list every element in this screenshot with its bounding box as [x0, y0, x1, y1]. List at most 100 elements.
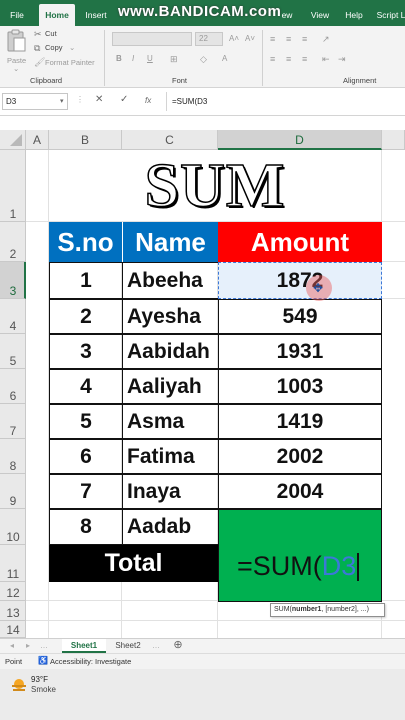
font-group-label: Font: [172, 76, 188, 85]
chevron-down-icon[interactable]: ▾: [60, 97, 64, 105]
row-header-3[interactable]: 3: [0, 262, 26, 299]
italic-button[interactable]: I: [132, 54, 134, 63]
row-number: 4: [9, 319, 17, 333]
tab-sheet1[interactable]: Sheet1: [62, 639, 106, 653]
cell-amount[interactable]: 2004: [218, 474, 382, 509]
row-header-7[interactable]: 7: [0, 404, 26, 439]
column-header-c[interactable]: C: [122, 130, 218, 150]
increase-font-icon[interactable]: A˄: [229, 34, 239, 43]
cell-amount-selected[interactable]: 1872: [218, 262, 382, 299]
insert-function-icon[interactable]: fx: [145, 96, 151, 105]
enter-icon[interactable]: ✓: [120, 94, 128, 105]
row-header-12[interactable]: 12: [0, 582, 26, 601]
align-right-icon[interactable]: ≡: [302, 54, 307, 64]
row-header-4[interactable]: 4: [0, 299, 26, 334]
cell-sno[interactable]: 7: [49, 474, 123, 509]
total-label-cell[interactable]: Total: [49, 545, 218, 582]
cell-sno[interactable]: 8: [49, 509, 123, 545]
row-header-14[interactable]: 14: [0, 621, 26, 638]
function-argument-tooltip[interactable]: SUM(number1, [number2], ...): [270, 603, 385, 617]
column-header-a[interactable]: A: [26, 130, 49, 150]
cell-name[interactable]: Aadab: [122, 509, 219, 545]
tab-review[interactable]: ew: [276, 4, 298, 26]
borders-icon[interactable]: ⊞: [170, 54, 178, 65]
accessibility-status[interactable]: Accessibility: Investigate: [50, 657, 131, 666]
weather-smoke-icon[interactable]: [11, 678, 27, 692]
column-header-b[interactable]: B: [49, 130, 122, 150]
scroll-right-icon[interactable]: ▸: [22, 639, 34, 653]
align-center-icon[interactable]: ≡: [286, 54, 291, 64]
font-size-box[interactable]: 22: [195, 32, 223, 46]
row-header-2[interactable]: 2: [0, 222, 26, 262]
total-formula-cell[interactable]: =SUM(D3: [218, 509, 382, 602]
cell-name[interactable]: Abeeha: [122, 262, 219, 299]
cell-name[interactable]: Asma: [122, 404, 219, 439]
column-header-d[interactable]: D: [218, 130, 382, 150]
tab-script-lab[interactable]: Script L: [374, 4, 405, 26]
name-box[interactable]: D3: [2, 93, 68, 110]
bold-button[interactable]: B: [116, 54, 122, 63]
weather-temp[interactable]: 93°F: [31, 675, 48, 684]
cell-amount[interactable]: 1931: [218, 334, 382, 369]
indent-icon[interactable]: ⇤: [322, 54, 330, 65]
align-bottom-icon[interactable]: ≡: [302, 34, 307, 44]
row-header-5[interactable]: 5: [0, 334, 26, 369]
cell-amount[interactable]: 1419: [218, 404, 382, 439]
cell-sno[interactable]: 5: [49, 404, 123, 439]
row-header-6[interactable]: 6: [0, 369, 26, 404]
cancel-icon[interactable]: ✕: [95, 94, 103, 105]
tab-file[interactable]: File: [4, 4, 30, 26]
row-header-8[interactable]: 8: [0, 439, 26, 474]
tab-home[interactable]: Home: [39, 4, 75, 26]
cut-button[interactable]: Cut: [45, 29, 57, 38]
row-header-11[interactable]: 11: [0, 545, 26, 582]
tab-sheet2[interactable]: Sheet2: [110, 639, 146, 653]
row-header-13[interactable]: 13: [0, 601, 26, 621]
align-top-icon[interactable]: ≡: [270, 34, 275, 44]
copy-button[interactable]: Copy: [45, 43, 63, 52]
align-middle-icon[interactable]: ≡: [286, 34, 291, 44]
underline-button[interactable]: U: [147, 54, 153, 63]
header-amount[interactable]: Amount: [218, 222, 382, 262]
more-sheets-icon[interactable]: …: [150, 639, 162, 653]
tab-view[interactable]: View: [306, 4, 334, 26]
orientation-icon[interactable]: ↗: [322, 34, 330, 45]
cell-name[interactable]: Aabidah: [122, 334, 219, 369]
cell-name[interactable]: Inaya: [122, 474, 219, 509]
cell-sno[interactable]: 6: [49, 439, 123, 474]
cell-sno[interactable]: 3: [49, 334, 123, 369]
header-name[interactable]: Name: [122, 222, 218, 262]
formula-input[interactable]: =SUM(D3: [166, 92, 403, 111]
cell-name[interactable]: Aaliyah: [122, 369, 219, 404]
row-header-10[interactable]: 10: [0, 509, 26, 545]
add-sheet-icon[interactable]: ⊕: [170, 639, 186, 653]
row-header-9[interactable]: 9: [0, 474, 26, 509]
weather-desc[interactable]: Smoke: [31, 685, 56, 694]
cell-sno[interactable]: 4: [49, 369, 123, 404]
row-header-1[interactable]: 1: [0, 150, 26, 222]
paste-button[interactable]: Paste ⌄: [4, 29, 28, 73]
column-header-e[interactable]: [382, 130, 405, 150]
select-all-corner[interactable]: [0, 130, 26, 150]
cell-sno[interactable]: 1: [49, 262, 123, 299]
scroll-left-icon[interactable]: ◂: [6, 639, 18, 653]
tab-insert[interactable]: Insert: [80, 4, 112, 26]
font-name-box[interactable]: [112, 32, 192, 46]
cell-amount[interactable]: 2002: [218, 439, 382, 474]
decrease-font-icon[interactable]: A˅: [245, 34, 255, 43]
clipboard-icon: [7, 29, 26, 52]
outdent-icon[interactable]: ⇥: [338, 54, 346, 65]
cell-sno[interactable]: 2: [49, 299, 123, 334]
cell-amount[interactable]: 549: [218, 299, 382, 334]
cell-name[interactable]: Fatima: [122, 439, 219, 474]
font-color-icon[interactable]: A: [222, 54, 227, 63]
align-left-icon[interactable]: ≡: [270, 54, 275, 64]
sheet-tab-bar: ◂ ▸ … Sheet1 Sheet2 … ⊕: [0, 638, 405, 653]
cell-name[interactable]: Ayesha: [122, 299, 219, 334]
cell-amount[interactable]: 1003: [218, 369, 382, 404]
tab-help[interactable]: Help: [340, 4, 368, 26]
more-sheets-icon[interactable]: …: [38, 639, 50, 653]
fill-color-icon[interactable]: ◇: [200, 54, 207, 65]
header-sno[interactable]: S.no: [49, 222, 122, 262]
format-painter-button[interactable]: Format Painter: [45, 58, 95, 67]
